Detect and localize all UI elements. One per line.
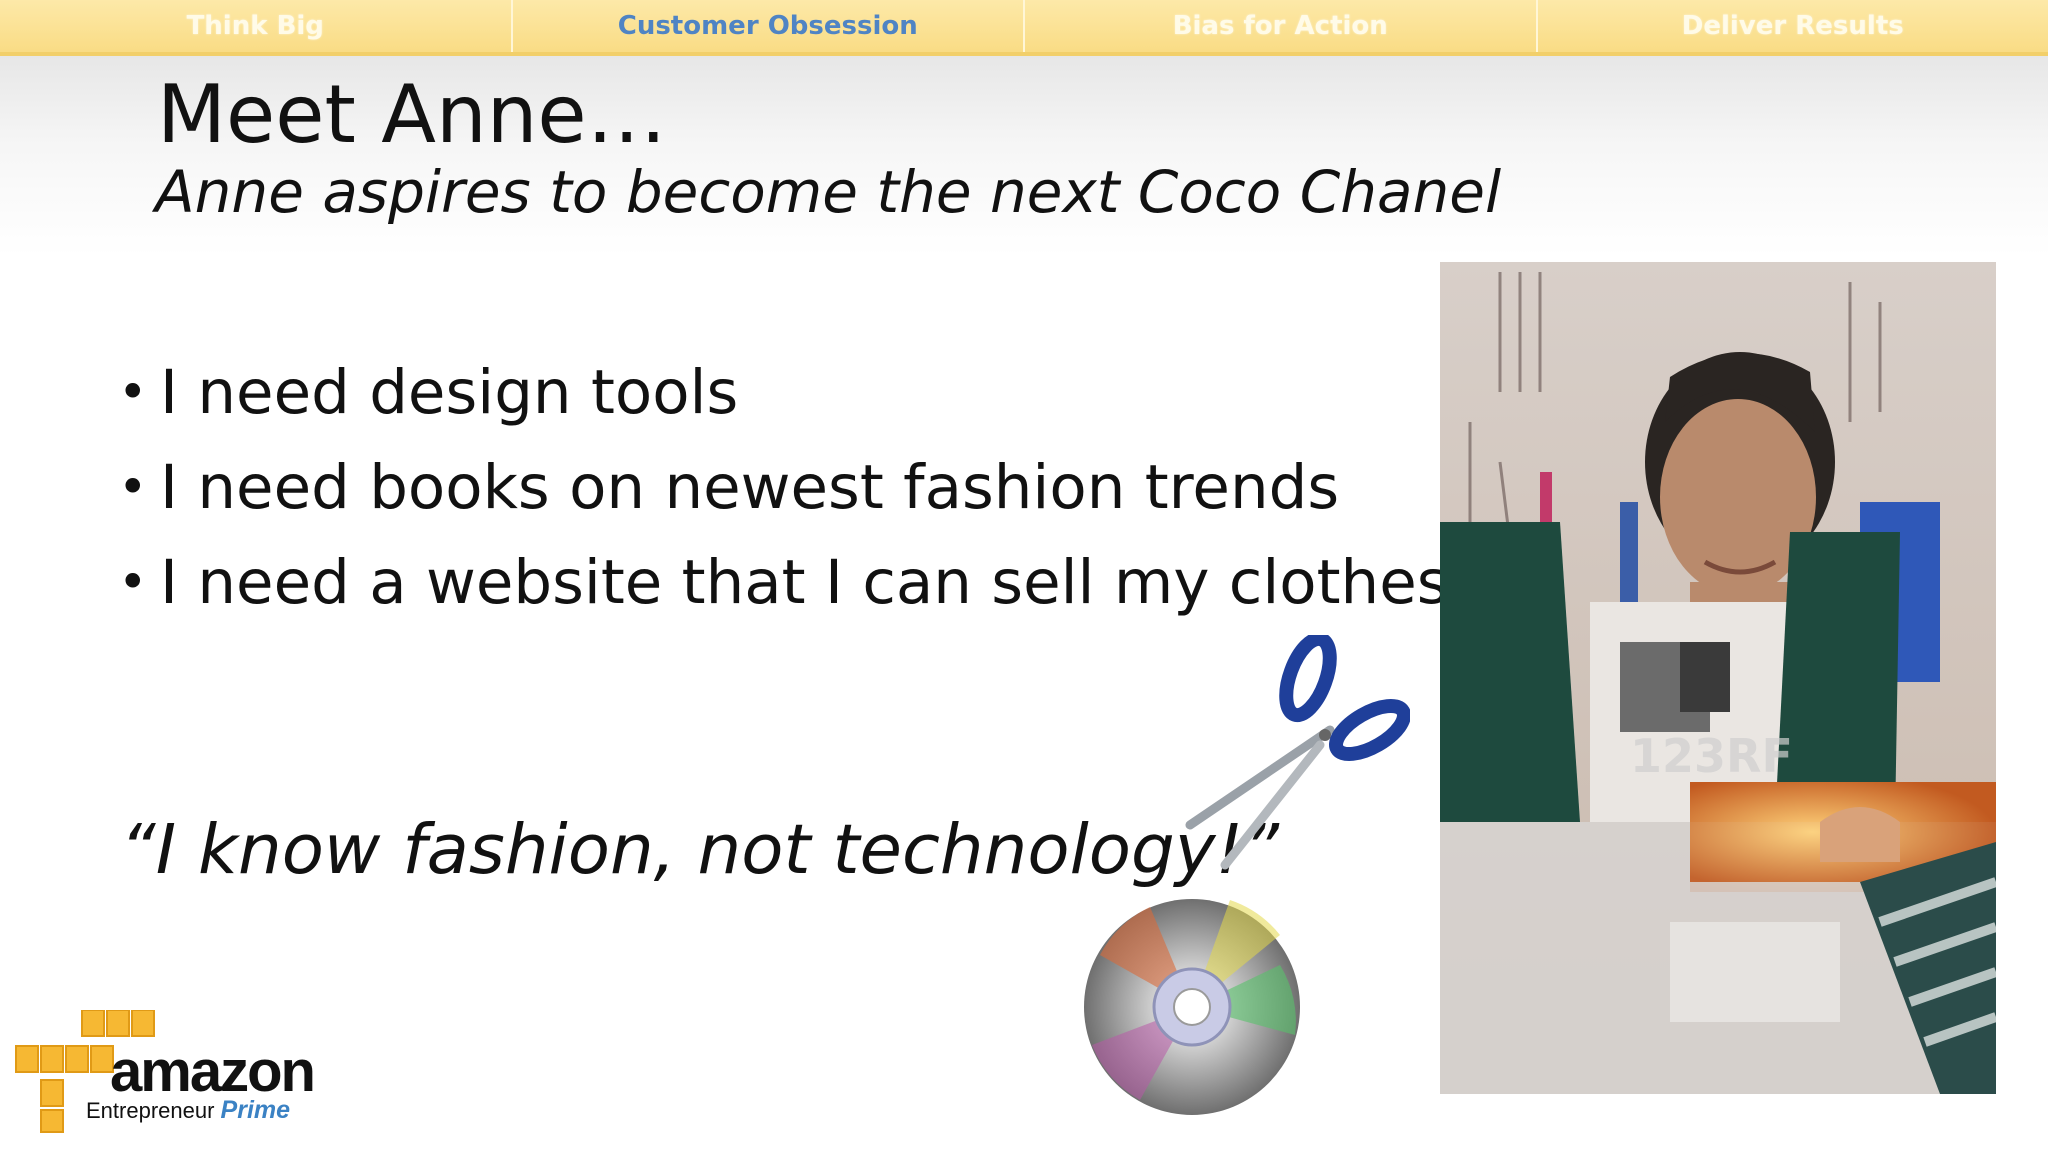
scissors-icon [1185,635,1410,870]
logo-wordmark: amazon [110,1039,316,1104]
bullet-item: • I need design tools [118,345,1544,440]
logo-tagline-text: Entrepreneur [86,1098,215,1123]
bullet-list: • I need design tools • I need books on … [118,345,1544,630]
bullet-glyph: • [118,458,148,516]
tab-think-big[interactable]: Think Big [0,0,513,52]
logo-prime-text: Prime [220,1096,291,1124]
bullet-text: I need design tools [160,357,739,428]
bullet-glyph: • [118,363,148,421]
bullet-text: I need books on newest fashion trends [160,452,1340,523]
bullet-item: • I need books on newest fashion trends [118,440,1544,535]
tab-bias-for-action[interactable]: Bias for Action [1025,0,1538,52]
logo-tagline: Entrepreneur Prime [86,1096,290,1125]
tab-deliver-results[interactable]: Deliver Results [1537,0,2048,52]
cd-icon [1084,899,1300,1115]
top-tab-bar: Think Big Customer Obsession Bias for Ac… [0,0,2048,56]
slide-subtitle: Anne aspires to become the next Coco Cha… [155,158,1502,226]
bullet-glyph: • [118,553,148,611]
slide-title: Meet Anne… [157,68,667,161]
photo-watermark: 123RF [1630,729,1793,783]
photo-illustration: 123RF [1440,262,1996,1094]
bullet-item: • I need a website that I can sell my cl… [118,535,1544,630]
designer-photo: 123RF [1440,262,1996,1094]
bullet-text: I need a website that I can sell my clot… [160,547,1544,618]
quote-text: “I know fashion, not technology!” [120,810,1280,890]
tab-customer-obsession[interactable]: Customer Obsession [512,0,1025,52]
